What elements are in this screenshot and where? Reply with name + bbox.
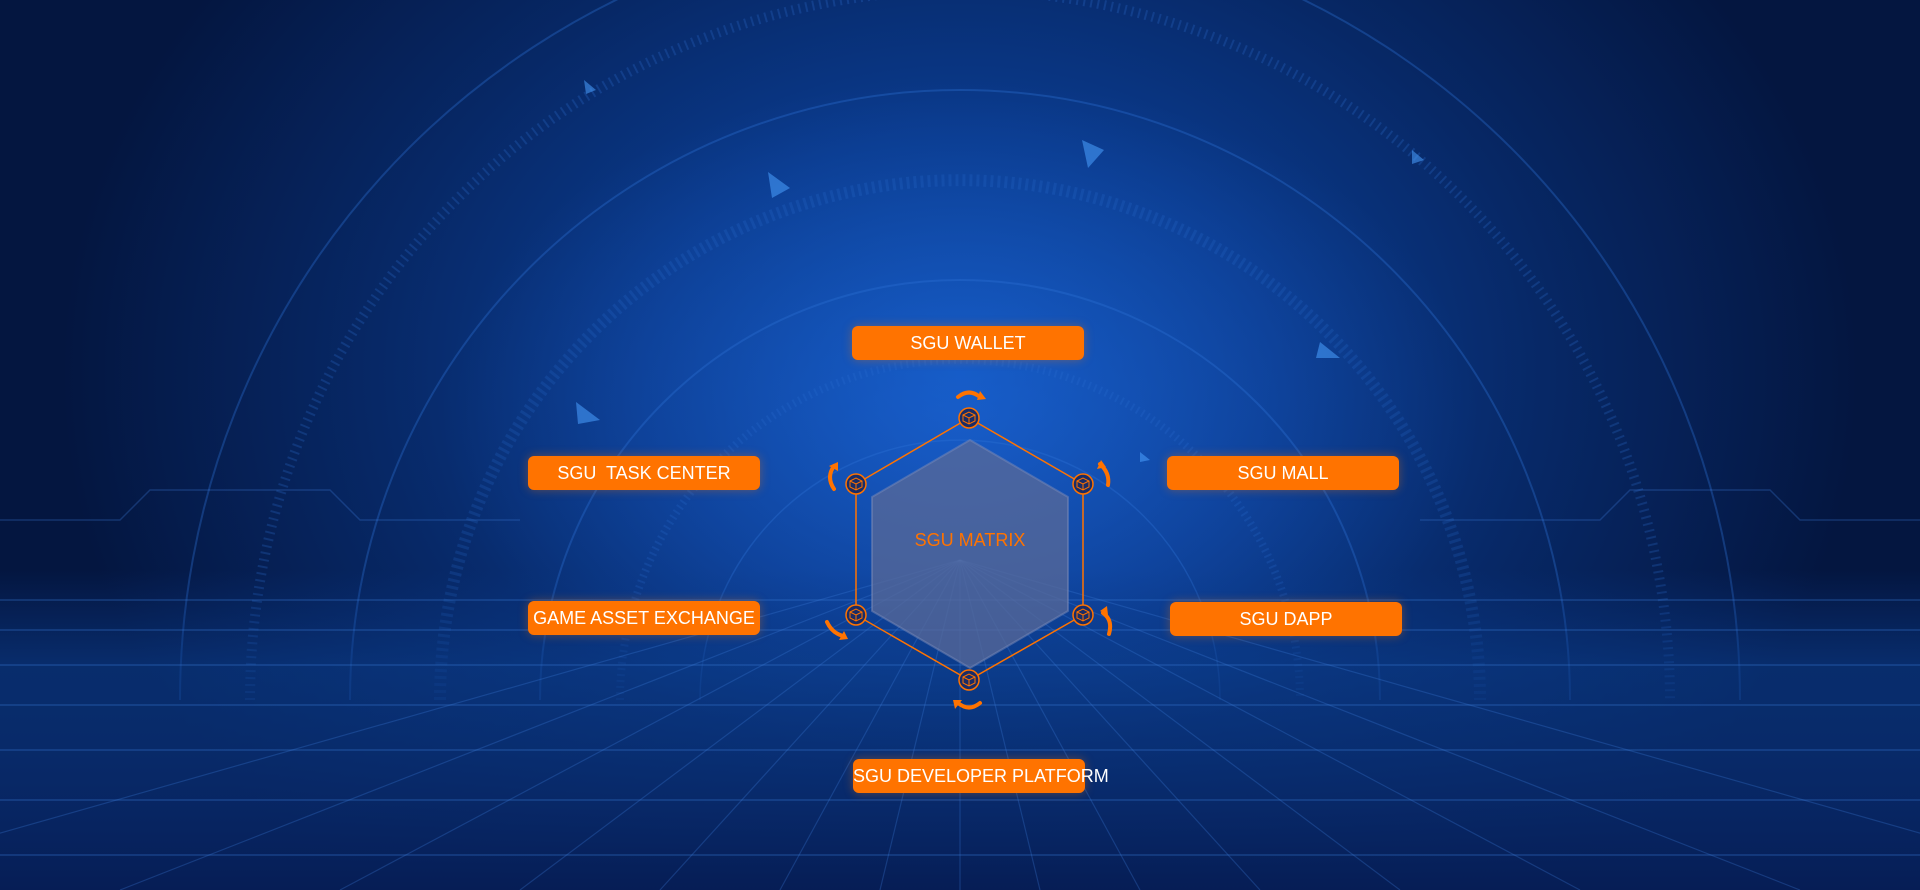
node-sgu-task-center[interactable]: SGU TASK CENTER (528, 456, 760, 490)
matrix-center-label: SGU MATRIX (914, 530, 1026, 550)
node-sgu-dapp[interactable]: SGU DAPP (1170, 602, 1402, 636)
cube-icon (1072, 604, 1094, 626)
cube-icon (845, 604, 867, 626)
cube-icon (845, 473, 867, 495)
matrix-diagram (825, 390, 1113, 710)
rotate-arrow-icon (1100, 606, 1113, 636)
cube-icon (958, 407, 980, 429)
cube-icon (958, 669, 980, 691)
node-sgu-mall[interactable]: SGU MALL (1167, 456, 1399, 490)
rotate-arrow-icon (956, 390, 986, 400)
center-hexagon (871, 439, 1069, 669)
rotate-arrow-icon (953, 700, 982, 710)
rotate-arrow-icon (1097, 460, 1111, 487)
node-sgu-wallet[interactable]: SGU WALLET (852, 326, 1084, 360)
node-game-asset-exchange[interactable]: GAME ASSET EXCHANGE (528, 601, 760, 635)
cube-icon (1072, 473, 1094, 495)
rotate-arrow-icon (828, 462, 838, 491)
rotate-arrow-icon (825, 620, 848, 640)
node-sgu-developer-platform[interactable]: SGU DEVELOPER PLATFORM (853, 759, 1109, 793)
